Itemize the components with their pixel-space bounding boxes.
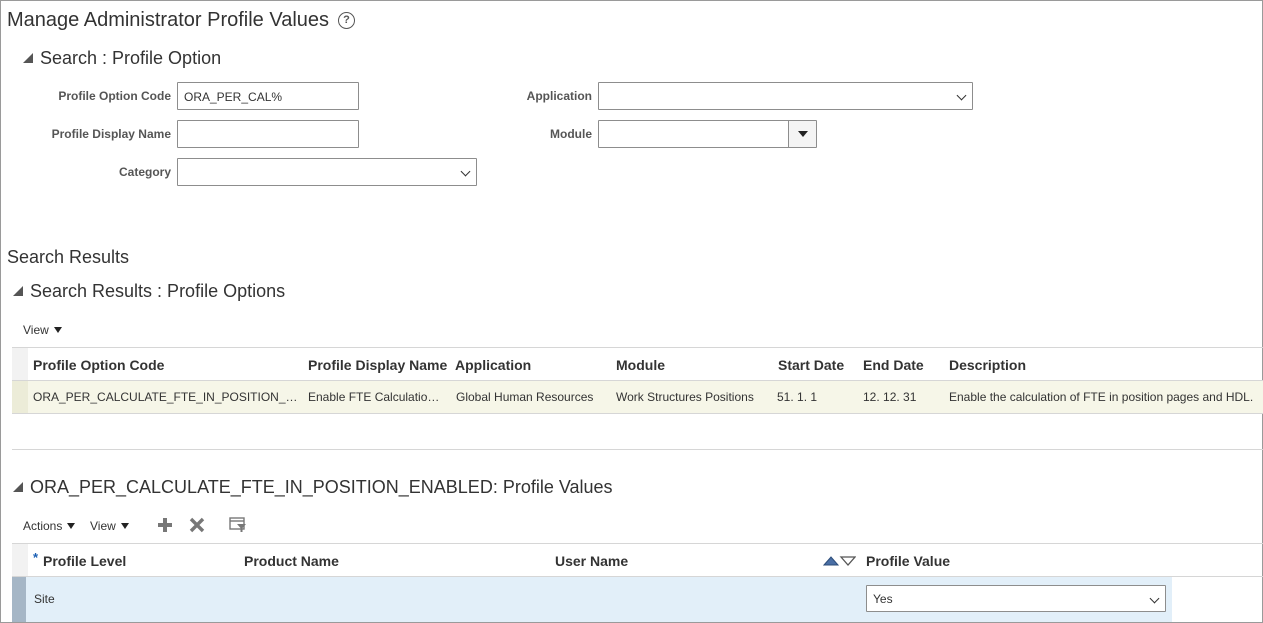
cell-profile-display-name: Enable FTE Calculatio… [308,390,440,404]
profile-values-section-title: ORA_PER_CALCULATE_FTE_IN_POSITION_ENABLE… [30,477,613,497]
results-view-menu[interactable]: View [23,323,62,337]
profile-display-name-input[interactable] [177,120,359,148]
column-header-product-name[interactable]: Product Name [244,553,339,569]
actions-menu[interactable]: Actions [23,519,76,533]
column-header-application[interactable]: Application [455,357,531,373]
application-select[interactable] [598,82,973,110]
add-icon[interactable] [157,517,173,533]
profile-values-section-header[interactable]: ORA_PER_CALCULATE_FTE_IN_POSITION_ENABLE… [13,477,613,498]
search-results-title: Search Results [7,247,130,267]
column-header-module[interactable]: Module [616,357,665,373]
profile-value-selected: Yes [873,592,893,606]
category-label: Category [118,165,171,179]
values-view-menu[interactable]: View [90,519,129,533]
cell-profile-option-code: ORA_PER_CALCULATE_FTE_IN_POSITION_… [33,390,298,404]
cell-application: Global Human Resources [456,390,594,404]
profile-option-code-label: Profile Option Code [58,89,171,103]
sort-icon[interactable] [822,554,857,568]
cell-end-date: 12. 12. 31 [863,390,917,404]
table-divider [12,347,1263,348]
query-by-example-icon[interactable] [229,516,247,534]
cell-description: Enable the calculation of FTE in positio… [949,390,1254,404]
search-section-header[interactable]: Search : Profile Option [23,48,221,69]
search-section-title: Search : Profile Option [40,48,222,68]
column-header-end-date[interactable]: End Date [863,357,924,373]
chevron-down-icon [956,90,967,101]
column-header-description[interactable]: Description [949,357,1026,373]
category-select[interactable] [177,158,477,186]
table-divider [12,413,1263,414]
profile-option-code-value: ORA_PER_CAL% [184,90,283,104]
profile-display-name-label: Profile Display Name [51,127,171,141]
collapse-triangle-icon[interactable] [13,482,23,492]
view-menu-label: View [23,323,49,337]
collapse-triangle-icon[interactable] [13,286,23,296]
column-header-profile-display-name[interactable]: Profile Display Name [308,357,447,373]
column-header-profile-level[interactable]: Profile Level [43,553,126,569]
section-divider [12,449,1263,450]
column-header-start-date[interactable]: Start Date [778,357,844,373]
view-menu-label: View [90,519,116,533]
row-header-gutter [12,348,28,380]
dropdown-arrow-icon[interactable] [788,121,816,147]
required-asterisk: * [33,550,39,565]
module-label: Module [550,127,592,141]
chevron-down-icon [460,166,471,177]
column-header-profile-option-code[interactable]: Profile Option Code [33,357,164,373]
column-header-profile-value[interactable]: Profile Value [866,553,950,569]
results-section-title: Search Results : Profile Options [30,281,286,301]
row-selector[interactable] [12,381,28,413]
profile-value-select[interactable]: Yes [866,585,1166,612]
dropdown-arrow-icon [67,523,76,529]
column-header-user-name[interactable]: User Name [555,553,628,569]
cell-profile-level: Site [34,592,55,606]
dropdown-arrow-icon [53,327,62,333]
delete-icon[interactable] [189,517,205,533]
row-selector[interactable] [12,577,26,622]
chevron-down-icon [1149,593,1160,604]
dropdown-arrow-icon [120,523,129,529]
page-title: Manage Administrator Profile Values [7,9,330,31]
cell-module: Work Structures Positions [616,390,754,404]
profile-option-code-input[interactable]: ORA_PER_CAL% [177,82,359,110]
module-combobox[interactable] [598,120,817,148]
results-section-header[interactable]: Search Results : Profile Options [13,281,285,302]
help-icon[interactable]: ? [338,12,355,29]
row-header-gutter [12,544,28,576]
application-label: Application [526,89,592,103]
collapse-triangle-icon[interactable] [23,53,33,63]
actions-menu-label: Actions [23,519,63,533]
cell-start-date: 51. 1. 1 [777,390,818,404]
table-divider [12,543,1263,544]
